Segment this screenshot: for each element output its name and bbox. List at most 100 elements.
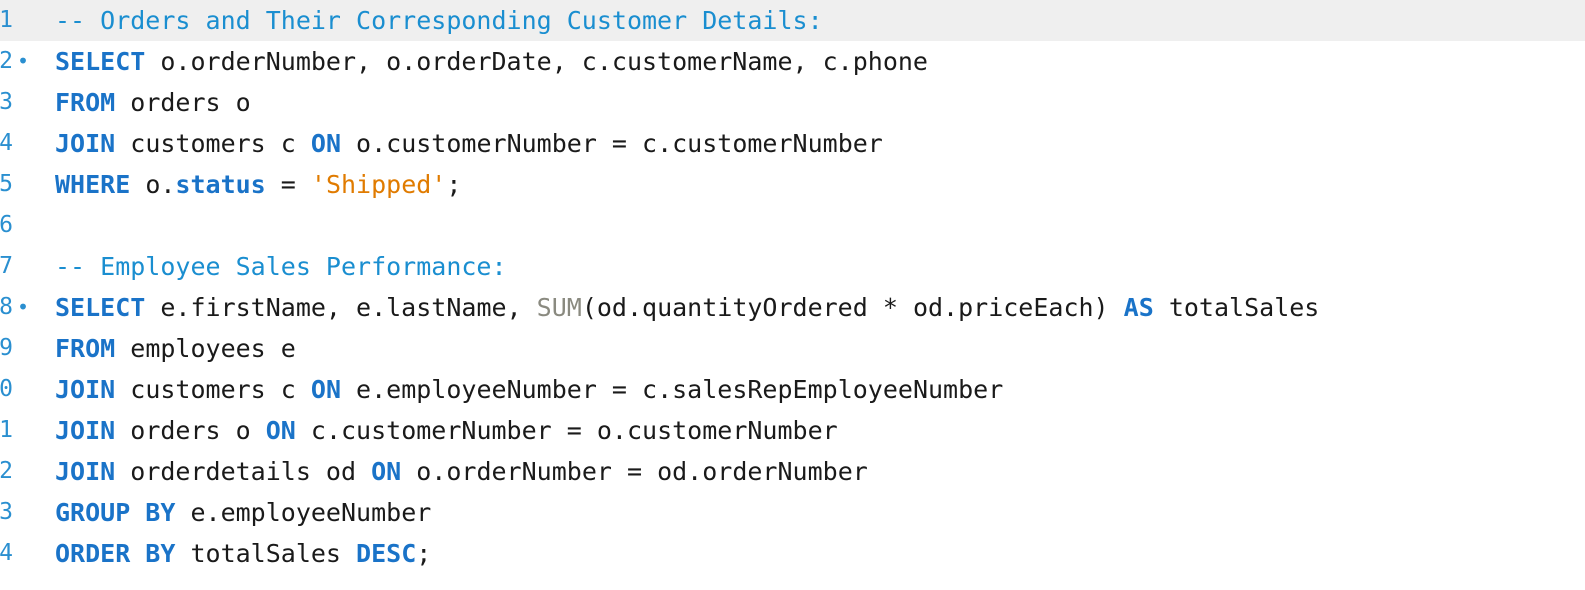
code-text[interactable]: JOIN orders o ON c.customerNumber = o.cu… xyxy=(55,410,838,451)
line-number: 3 xyxy=(0,89,13,115)
code-text[interactable]: -- Orders and Their Corresponding Custom… xyxy=(55,0,823,41)
sql-identifier: (od.quantityOrdered * od.priceEach) xyxy=(581,293,1124,322)
line-number: 14 xyxy=(0,540,13,566)
sql-identifier: customers c xyxy=(115,129,311,158)
sql-identifier: ; xyxy=(416,539,432,568)
sql-keyword: ON xyxy=(371,457,402,486)
sql-identifier: orderdetails od xyxy=(115,457,372,486)
code-line[interactable]: 12 JOIN orderdetails od ON o.orderNumber … xyxy=(0,451,1585,492)
sql-function: SUM xyxy=(536,293,582,322)
sql-string: 'Shipped' xyxy=(310,170,447,199)
code-line[interactable]: 4 JOIN customers c ON o.customerNumber = … xyxy=(0,123,1585,164)
code-line[interactable]: 10 JOIN customers c ON e.employeeNumber =… xyxy=(0,369,1585,410)
sql-keyword: GROUP BY xyxy=(55,498,176,527)
line-gutter: 3 xyxy=(0,82,40,123)
sql-keyword: ON xyxy=(310,375,341,404)
sql-comment: -- Orders and Their Corresponding Custom… xyxy=(55,6,823,35)
code-text[interactable]: JOIN orderdetails od ON o.orderNumber = … xyxy=(55,451,868,492)
sql-keyword: FROM xyxy=(55,334,116,363)
code-line[interactable]: 6 xyxy=(0,205,1585,246)
code-line[interactable]: 5 WHERE o.status = 'Shipped'; xyxy=(0,164,1585,205)
code-line[interactable]: 3 FROM orders o xyxy=(0,82,1585,123)
sql-identifier: totalSales xyxy=(175,539,357,568)
line-number: 13 xyxy=(0,499,13,525)
line-number: 6 xyxy=(0,212,13,238)
code-line[interactable]: 9 FROM employees e xyxy=(0,328,1585,369)
line-number: 7 xyxy=(0,253,13,279)
line-gutter: 11 xyxy=(0,410,40,451)
sql-identifier: customers c xyxy=(115,375,311,404)
line-gutter: 2 • xyxy=(0,41,40,82)
line-number: 10 xyxy=(0,376,13,402)
line-number: 1 xyxy=(0,7,13,33)
sql-keyword: ON xyxy=(310,129,341,158)
code-text[interactable]: SELECT o.orderNumber, o.orderDate, c.cus… xyxy=(55,41,928,82)
code-text[interactable]: FROM employees e xyxy=(55,328,296,369)
line-number: 2 xyxy=(0,48,13,74)
line-gutter: 7 xyxy=(0,246,40,287)
sql-identifier: o.orderNumber, o.orderDate, c.customerNa… xyxy=(145,47,928,76)
sql-keyword: WHERE xyxy=(55,170,131,199)
code-text[interactable]: -- Employee Sales Performance: xyxy=(55,246,507,287)
sql-keyword: JOIN xyxy=(55,416,116,445)
sql-keyword: SELECT xyxy=(55,293,146,322)
sql-identifier: o.orderNumber = od.orderNumber xyxy=(401,457,868,486)
sql-keyword: ORDER BY xyxy=(55,539,176,568)
code-line[interactable]: 7 -- Employee Sales Performance: xyxy=(0,246,1585,287)
sql-identifier: e.employeeNumber = c.salesRepEmployeeNum… xyxy=(341,375,1004,404)
line-gutter: 4 xyxy=(0,123,40,164)
sql-identifier: c.customerNumber = o.customerNumber xyxy=(295,416,838,445)
line-gutter: 1 xyxy=(0,0,40,41)
sql-keyword: JOIN xyxy=(55,375,116,404)
sql-identifier: e.firstName, e.lastName, xyxy=(145,293,537,322)
sql-keyword: status xyxy=(175,170,266,199)
sql-keyword: JOIN xyxy=(55,129,116,158)
line-number: 4 xyxy=(0,130,13,156)
code-text[interactable]: JOIN customers c ON o.customerNumber = c… xyxy=(55,123,883,164)
sql-identifier: employees e xyxy=(115,334,296,363)
sql-identifier: o.customerNumber = c.customerNumber xyxy=(341,129,883,158)
code-line[interactable]: 11 JOIN orders o ON c.customerNumber = o.… xyxy=(0,410,1585,451)
code-text[interactable]: ORDER BY totalSales DESC; xyxy=(55,533,431,574)
sql-editor[interactable]: 1 -- Orders and Their Corresponding Custo… xyxy=(0,0,1585,590)
code-text[interactable]: JOIN customers c ON e.employeeNumber = c… xyxy=(55,369,1003,410)
line-number: 11 xyxy=(0,417,13,443)
sql-identifier: e.employeeNumber xyxy=(175,498,432,527)
code-line[interactable]: 14 ORDER BY totalSales DESC; xyxy=(0,533,1585,574)
sql-keyword: SELECT xyxy=(55,47,146,76)
sql-keyword: DESC xyxy=(356,539,417,568)
sql-identifier: totalSales xyxy=(1153,293,1320,322)
line-gutter: 12 xyxy=(0,451,40,492)
sql-comment: -- Employee Sales Performance: xyxy=(55,252,507,281)
sql-identifier: ; xyxy=(446,170,462,199)
line-gutter: 8 • xyxy=(0,287,40,328)
line-number: 8 xyxy=(0,294,13,320)
statement-marker-icon: • xyxy=(17,295,30,319)
line-gutter: 10 xyxy=(0,369,40,410)
sql-keyword: FROM xyxy=(55,88,116,117)
line-gutter: 9 xyxy=(0,328,40,369)
code-text[interactable]: FROM orders o xyxy=(55,82,251,123)
line-gutter: 13 xyxy=(0,492,40,533)
code-text[interactable]: GROUP BY e.employeeNumber xyxy=(55,492,431,533)
line-number: 12 xyxy=(0,458,13,484)
code-line[interactable]: 1 -- Orders and Their Corresponding Custo… xyxy=(0,0,1585,41)
sql-keyword: JOIN xyxy=(55,457,116,486)
line-gutter: 5 xyxy=(0,164,40,205)
code-text[interactable]: SELECT e.firstName, e.lastName, SUM(od.q… xyxy=(55,287,1319,328)
sql-identifier: orders o xyxy=(115,416,266,445)
code-text[interactable]: WHERE o.status = 'Shipped'; xyxy=(55,164,461,205)
sql-identifier: = xyxy=(265,170,311,199)
line-number: 9 xyxy=(0,335,13,361)
line-gutter: 14 xyxy=(0,533,40,574)
sql-identifier: o. xyxy=(130,170,176,199)
line-gutter: 6 xyxy=(0,205,40,246)
code-line[interactable]: 8 • SELECT e.firstName, e.lastName, SUM(od… xyxy=(0,287,1585,328)
sql-identifier: orders o xyxy=(115,88,251,117)
sql-keyword: AS xyxy=(1123,293,1154,322)
line-number: 5 xyxy=(0,171,13,197)
sql-keyword: ON xyxy=(265,416,296,445)
statement-marker-icon: • xyxy=(17,49,30,73)
code-line[interactable]: 2 • SELECT o.orderNumber, o.orderDate, c.c… xyxy=(0,41,1585,82)
code-line[interactable]: 13 GROUP BY e.employeeNumber xyxy=(0,492,1585,533)
